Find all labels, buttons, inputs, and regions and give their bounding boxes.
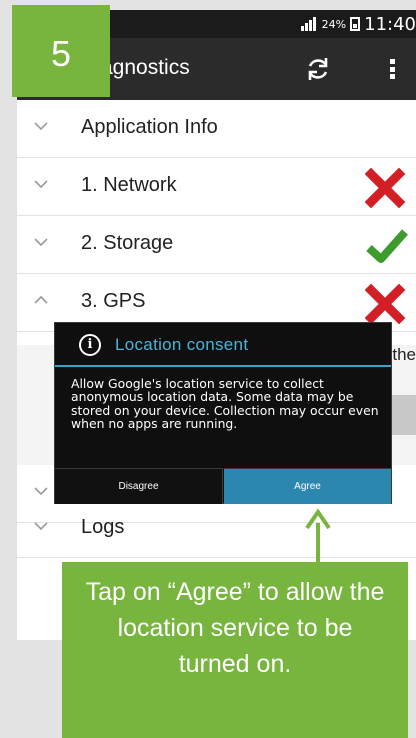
chevron-down-icon (34, 122, 48, 131)
chevron-up-icon (34, 295, 48, 304)
list-item-label: 1. Network (81, 174, 177, 196)
list-item-label: Logs (81, 516, 125, 538)
chevron-down-icon (34, 180, 48, 189)
location-consent-dialog: i Location consent Allow Google's locati… (54, 322, 392, 504)
overflow-menu-icon[interactable] (387, 56, 397, 82)
arrow-up-icon (305, 508, 331, 530)
dialog-header: i Location consent (55, 323, 391, 367)
chevron-down-icon (34, 487, 48, 496)
disagree-button[interactable]: Disagree (55, 468, 223, 504)
info-icon: i (79, 334, 101, 356)
dialog-message: Allow Google's location service to colle… (71, 376, 379, 432)
refresh-icon[interactable] (305, 56, 331, 82)
clock: 11:40 (364, 13, 416, 35)
fail-cross-icon (365, 168, 406, 208)
list-item-application-info[interactable]: Application Info (17, 100, 416, 158)
chevron-down-icon (34, 522, 48, 531)
list-item-label: 3. GPS (81, 290, 146, 312)
agree-button[interactable]: Agree (224, 468, 391, 504)
gps-detail-text: the (392, 345, 416, 364)
list-item-network[interactable]: 1. Network (17, 158, 416, 216)
list-item-storage[interactable]: 2. Storage (17, 216, 416, 274)
page-title: agnostics (101, 56, 190, 79)
chevron-down-icon (34, 238, 48, 247)
status-indicators: 24% 11:40 (300, 10, 416, 38)
dialog-title: Location consent (115, 335, 249, 354)
step-number-badge: 5 (12, 5, 110, 97)
battery-percent: 24% (321, 17, 347, 31)
pass-check-icon (366, 229, 408, 263)
signal-icon (300, 17, 316, 31)
list-item-label: Application Info (81, 116, 218, 138)
fail-cross-icon (365, 284, 406, 324)
instruction-callout: Tap on “Agree” to allow the location ser… (62, 562, 408, 738)
list-item-logs[interactable]: Logs (17, 500, 416, 558)
list-item-label: 2. Storage (81, 232, 174, 254)
battery-icon (350, 17, 361, 31)
